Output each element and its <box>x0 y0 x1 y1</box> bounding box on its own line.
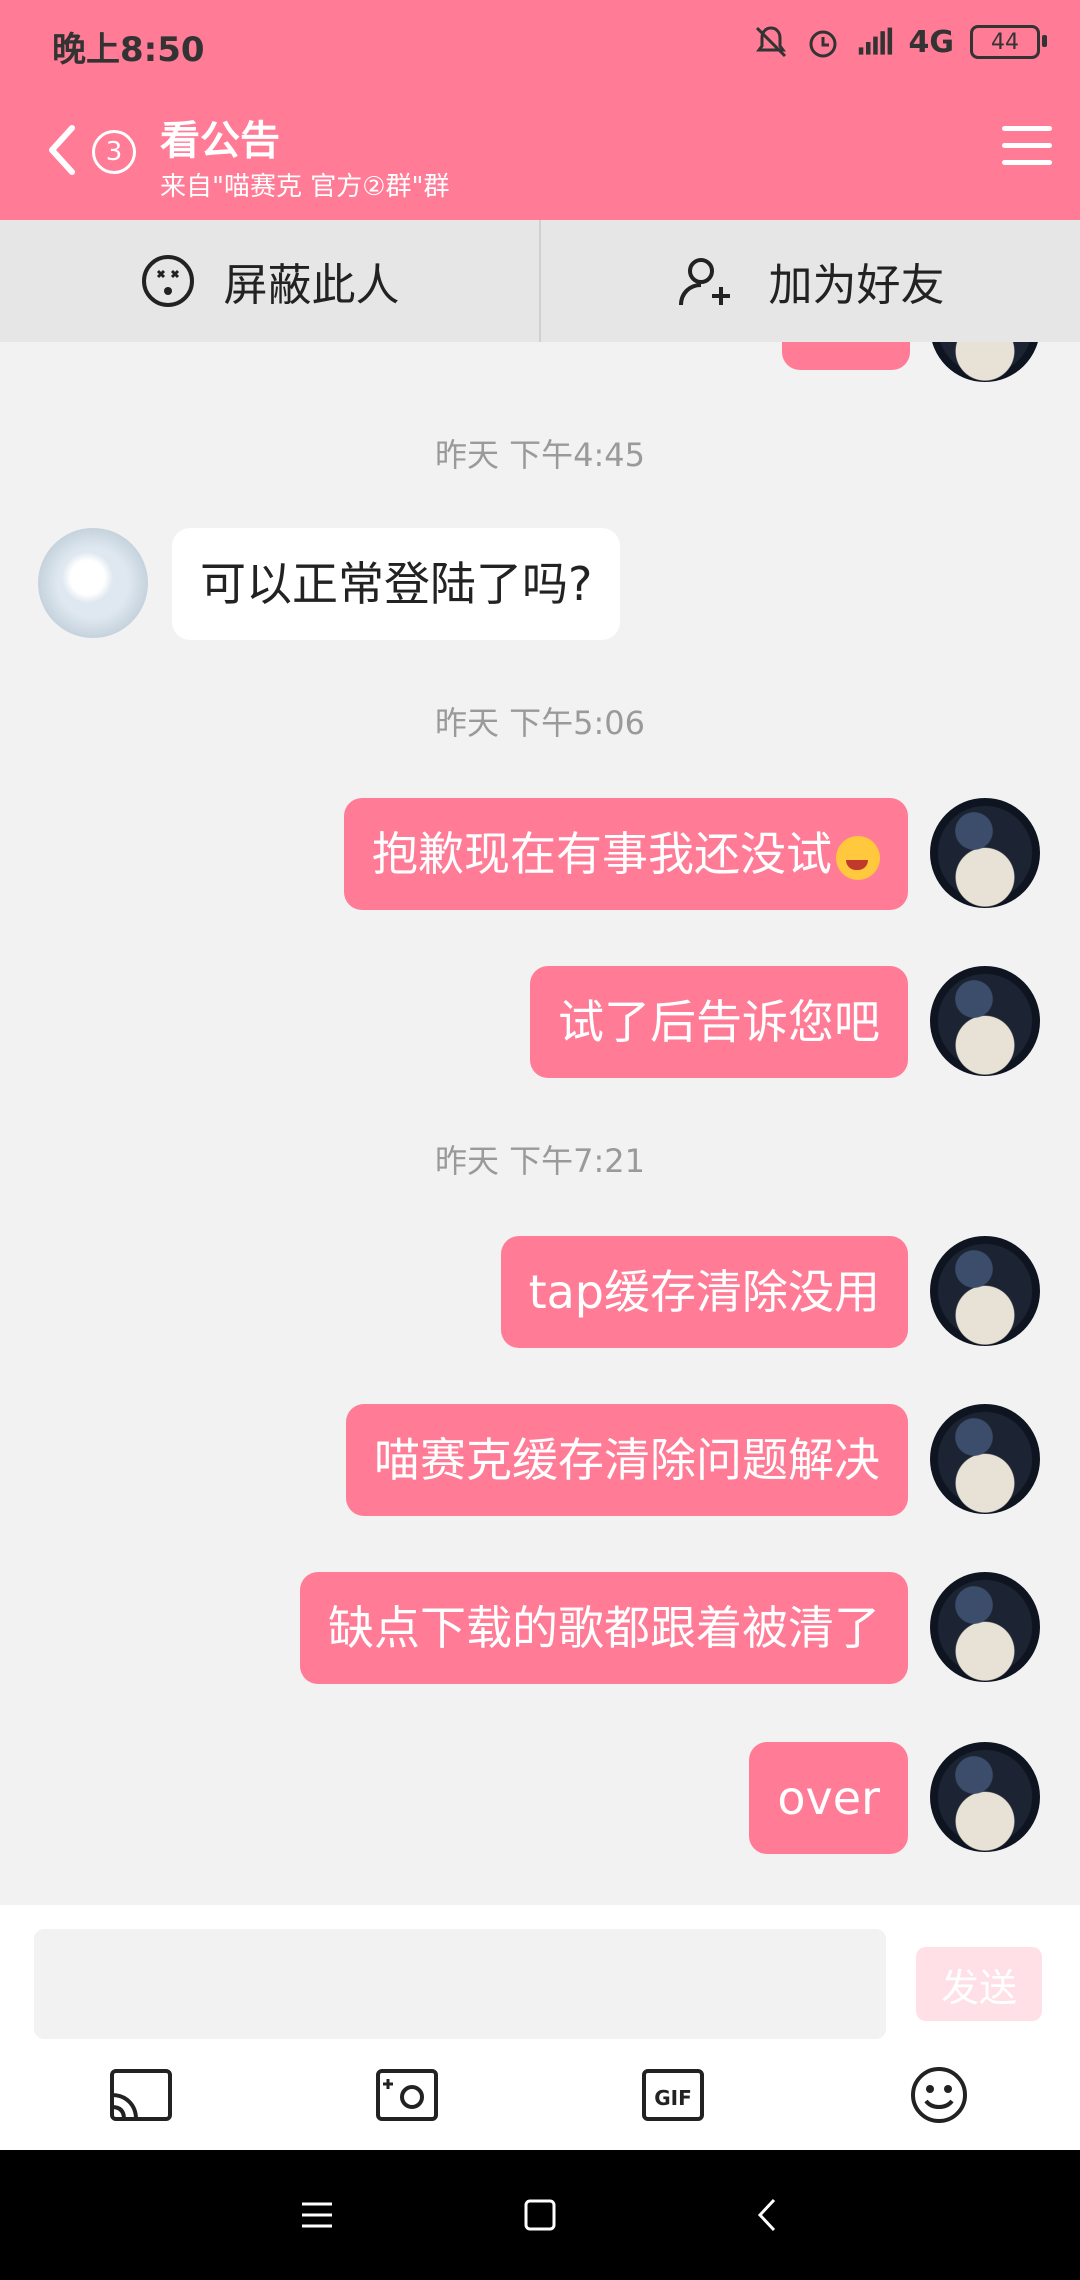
message-bubble-partial[interactable] <box>782 342 910 370</box>
home-icon[interactable] <box>515 2190 565 2240</box>
outgoing-message[interactable]: over <box>749 1742 908 1854</box>
composer: 发送 GIF <box>0 1905 1080 2150</box>
send-button[interactable]: 发送 <box>916 1947 1042 2021</box>
menu-line <box>1002 143 1052 148</box>
battery-icon: 44 <box>970 25 1047 59</box>
timestamp: 昨天 下午4:45 <box>434 436 646 474</box>
unread-count-badge: 3 <box>92 130 136 174</box>
my-avatar[interactable] <box>930 966 1040 1076</box>
block-face-icon <box>141 255 194 307</box>
back-icon[interactable] <box>42 120 82 180</box>
recent-apps-icon[interactable] <box>292 2190 342 2240</box>
add-friend-button[interactable]: 加为好友 <box>541 220 1080 342</box>
block-user-label: 屏蔽此人 <box>223 260 400 311</box>
chat-subtitle: 来自"喵赛克 官方②群"群 <box>160 172 450 202</box>
system-nav-bar <box>0 2150 1080 2280</box>
message-list[interactable]: 昨天 下午4:45 可以正常登陆了吗? 昨天 下午5:06 抱歉现在有事我还没试… <box>0 342 1080 1902</box>
menu-button[interactable] <box>1002 126 1052 170</box>
message-text: tap缓存清除没用 <box>528 1265 880 1319</box>
chat-header: 晚上8:50 4G 44 3 看公告 来自"喵赛克 官方②群"群 <box>0 0 1080 220</box>
sender-avatar[interactable] <box>38 528 148 638</box>
add-user-icon <box>678 258 730 306</box>
message-text: over <box>777 1771 880 1825</box>
status-time: 晚上8:50 <box>52 30 205 70</box>
message-text: 抱歉现在有事我还没试 <box>372 827 832 881</box>
message-text: 可以正常登陆了吗? <box>200 557 593 611</box>
menu-line <box>1002 160 1052 165</box>
my-avatar[interactable] <box>930 1236 1040 1346</box>
my-avatar[interactable] <box>930 1742 1040 1852</box>
outgoing-message[interactable]: 试了后告诉您吧 <box>530 966 908 1078</box>
message-input[interactable] <box>34 1929 886 2039</box>
my-avatar[interactable] <box>930 1572 1040 1682</box>
my-avatar[interactable] <box>930 798 1040 908</box>
add-friend-label: 加为好友 <box>768 260 945 311</box>
composer-toolbar: GIF <box>0 2045 1080 2145</box>
chat-title: 看公告 <box>160 118 280 164</box>
back-icon[interactable] <box>742 2190 792 2240</box>
action-bar: 屏蔽此人 加为好友 <box>0 220 1080 342</box>
svg-text:GIF: GIF <box>654 2086 692 2110</box>
emoji-icon[interactable] <box>906 2065 972 2125</box>
status-bar: 晚上8:50 4G 44 <box>0 0 1080 90</box>
timestamp: 昨天 下午7:21 <box>434 1142 646 1180</box>
status-icons: 4G 44 <box>753 24 1047 60</box>
timestamp: 昨天 下午5:06 <box>434 704 646 742</box>
alarm-icon <box>809 30 836 58</box>
my-avatar[interactable] <box>930 1404 1040 1514</box>
laughing-emoji-icon <box>836 835 880 880</box>
message-text: 试了后告诉您吧 <box>558 995 880 1049</box>
outgoing-message[interactable]: tap缓存清除没用 <box>500 1236 908 1348</box>
message-text: 缺点下载的歌都跟着被清了 <box>328 1601 880 1655</box>
mute-icon <box>755 26 786 58</box>
camera-icon[interactable] <box>374 2065 440 2125</box>
block-user-button[interactable]: 屏蔽此人 <box>0 220 539 342</box>
incoming-message[interactable]: 可以正常登陆了吗? <box>172 528 621 640</box>
signal-icon <box>858 27 892 55</box>
cast-icon[interactable] <box>108 2065 174 2125</box>
outgoing-message[interactable]: 缺点下载的歌都跟着被清了 <box>300 1572 908 1684</box>
my-avatar[interactable] <box>930 342 1040 382</box>
outgoing-message[interactable]: 喵赛克缓存清除问题解决 <box>346 1404 908 1516</box>
gif-icon[interactable]: GIF <box>640 2065 706 2125</box>
outgoing-message[interactable]: 抱歉现在有事我还没试 <box>344 798 908 910</box>
battery-level: 44 <box>991 29 1019 55</box>
network-type: 4G <box>908 24 955 60</box>
message-text: 喵赛克缓存清除问题解决 <box>374 1433 880 1487</box>
menu-line <box>1002 126 1052 131</box>
